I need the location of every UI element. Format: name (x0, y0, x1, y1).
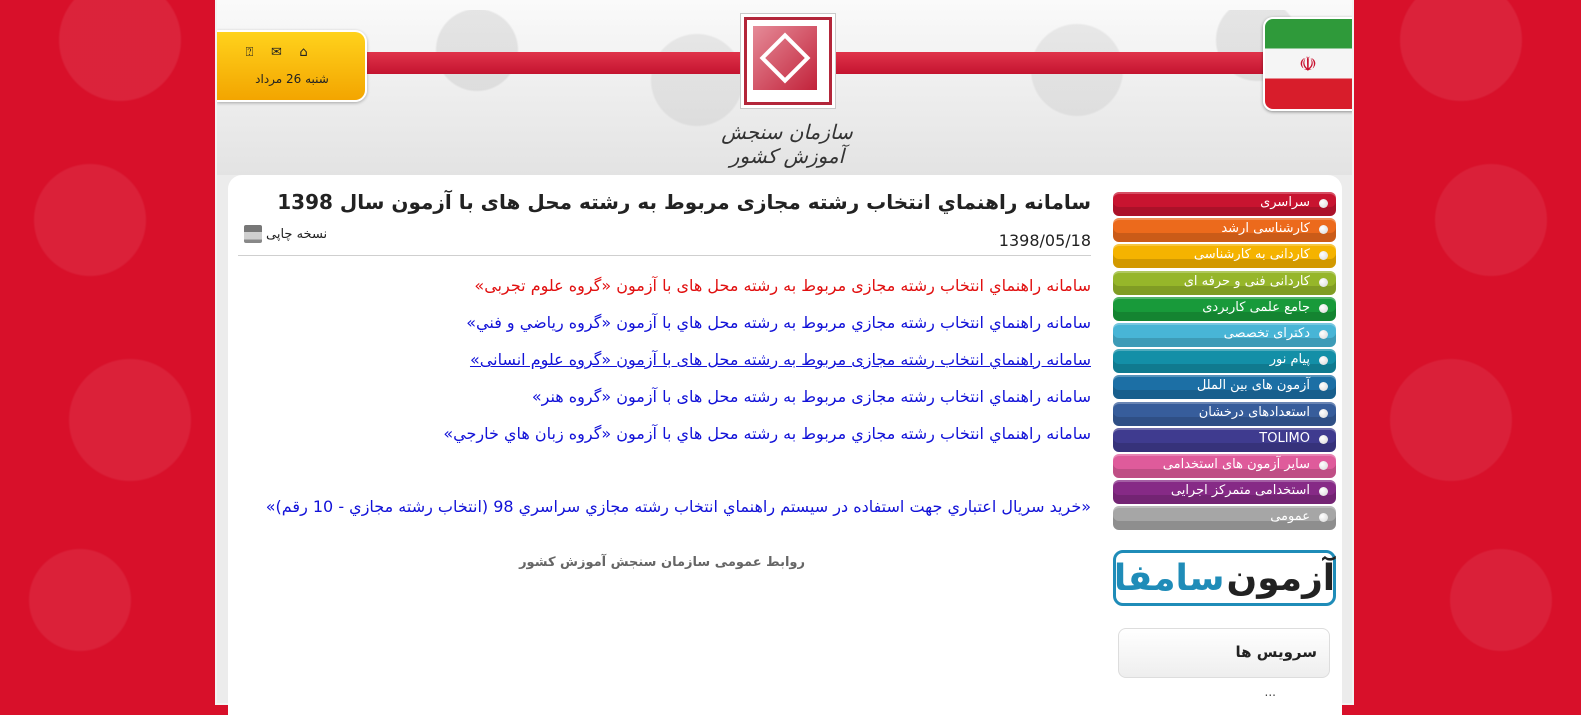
menu-label: TOLIMO (1259, 430, 1310, 446)
menu-label: سراسری (1260, 195, 1310, 210)
mail-icon[interactable]: ✉ (268, 46, 285, 60)
help-icon[interactable]: ⍰ (241, 46, 258, 60)
article: سامانه راهنماي انتخاب رشته مجازی مربوط ب… (238, 175, 1091, 695)
print-button[interactable]: نسخه چاپی (244, 225, 327, 243)
content-panel: سامانه راهنماي انتخاب رشته مجازی مربوط ب… (228, 175, 1342, 715)
menu-item-central-employment[interactable]: استخدامی متمرکز اجرایی (1113, 480, 1336, 505)
menu-label: استعدادهای درخشان (1198, 404, 1310, 420)
date-box: ⍰ ✉ ⌂ شنبه 26 مرداد (217, 30, 367, 102)
menu-label: کاردانی به کارشناسی (1193, 247, 1310, 263)
menu-label: سایر آزمون های استخدامی (1162, 456, 1310, 472)
menu-item-talented[interactable]: استعدادهای درخشان (1113, 401, 1336, 426)
iran-flag: ☫ (1263, 17, 1352, 111)
link-foreign-languages[interactable]: سامانه راهنماي انتخاب رشته مجازي مربوط ب… (238, 423, 1091, 460)
link-art[interactable]: سامانه راهنماي انتخاب رشته مجازی مربوط ب… (238, 386, 1091, 423)
menu-label: کارشناسی ارشد (1221, 221, 1310, 237)
menu-item-public[interactable]: عمومی (1113, 506, 1336, 531)
print-label: نسخه چاپی (266, 226, 328, 242)
logo-wordmark: سازمان سنجش آموزش کشور (721, 120, 853, 168)
menu-item-doctora[interactable]: دکترای تخصصی (1113, 322, 1336, 347)
menu-label: کاردانی فنی و حرفه ای (1183, 273, 1310, 289)
logo-emblem[interactable] (744, 17, 832, 105)
menu-item-sarasari[interactable]: سراسری (1113, 192, 1336, 216)
menu-label: عمومی (1270, 509, 1310, 525)
link-buy-serial[interactable]: «خريد سريال اعتباري جهت استفاده در سيستم… (238, 496, 1091, 533)
page: ⍰ ✉ ⌂ شنبه 26 مرداد سازمان سنجش آموزش کش… (217, 0, 1352, 715)
article-title: سامانه راهنماي انتخاب رشته مجازی مربوط ب… (277, 190, 1091, 214)
menu-item-kardani-be-karshenasi[interactable]: کاردانی به کارشناسی (1113, 244, 1336, 269)
menu-item-other-employment[interactable]: سایر آزمون های استخدامی (1113, 453, 1336, 478)
menu-item-payam-noor[interactable]: پیام نور (1113, 349, 1336, 374)
current-date: شنبه 26 مرداد (255, 72, 329, 86)
menu-label: پیام نور (1269, 352, 1310, 368)
menu-item-kardani-fanni[interactable]: کاردانی فنی و حرفه ای (1113, 270, 1336, 295)
services-next-item[interactable]: ... (1113, 685, 1336, 699)
flag-emblem-icon: ☫ (1299, 52, 1317, 76)
divider (238, 255, 1091, 256)
header-band (357, 52, 1337, 74)
services-box: سرویس ها (1118, 628, 1330, 679)
background-ornament-right (1361, 0, 1581, 703)
samfa-text-a: آزمون (1226, 557, 1336, 599)
menu-label: جامع علمی کاربردی (1202, 299, 1310, 315)
menu-label: دکترای تخصصی (1223, 325, 1310, 341)
link-experimental-sciences[interactable]: سامانه راهنماي انتخاب رشته مجازی مربوط ب… (238, 275, 1091, 312)
sidebar: سراسری کارشناسی ارشد کاردانی به کارشناسی… (1113, 192, 1336, 699)
menu-label: آزمون های بین الملل (1196, 378, 1310, 394)
link-math-technical[interactable]: سامانه راهنماي انتخاب رشته مجازي مربوط ب… (238, 312, 1091, 349)
menu-item-tolimo[interactable]: TOLIMO (1113, 427, 1336, 452)
background-ornament-left (0, 0, 220, 703)
samfa-banner[interactable]: آزمون سامفا (1113, 550, 1336, 607)
menu-item-jame-elmi[interactable]: جامع علمی کاربردی (1113, 296, 1336, 321)
services-title: سرویس ها (1235, 643, 1318, 662)
header: ⍰ ✉ ⌂ شنبه 26 مرداد سازمان سنجش آموزش کش… (217, 0, 1352, 175)
article-date: 1398/05/18 (998, 231, 1091, 250)
home-icon[interactable]: ⌂ (295, 46, 312, 60)
link-humanities[interactable]: سامانه راهنماي انتخاب رشته مجازی مربوط ب… (238, 349, 1091, 386)
samfa-text-b: سامفا (1113, 557, 1225, 599)
menu-item-international[interactable]: آزمون های بین الملل (1113, 375, 1336, 400)
printer-icon (244, 225, 262, 243)
article-links: سامانه راهنماي انتخاب رشته مجازی مربوط ب… (238, 275, 1091, 533)
menu-label: استخدامی متمرکز اجرایی (1170, 483, 1310, 499)
menu-item-karshenasi-arshad[interactable]: کارشناسی ارشد (1113, 218, 1336, 243)
public-relations-note: روابط عمومی سازمان سنجش آموزش کشور (519, 555, 805, 570)
